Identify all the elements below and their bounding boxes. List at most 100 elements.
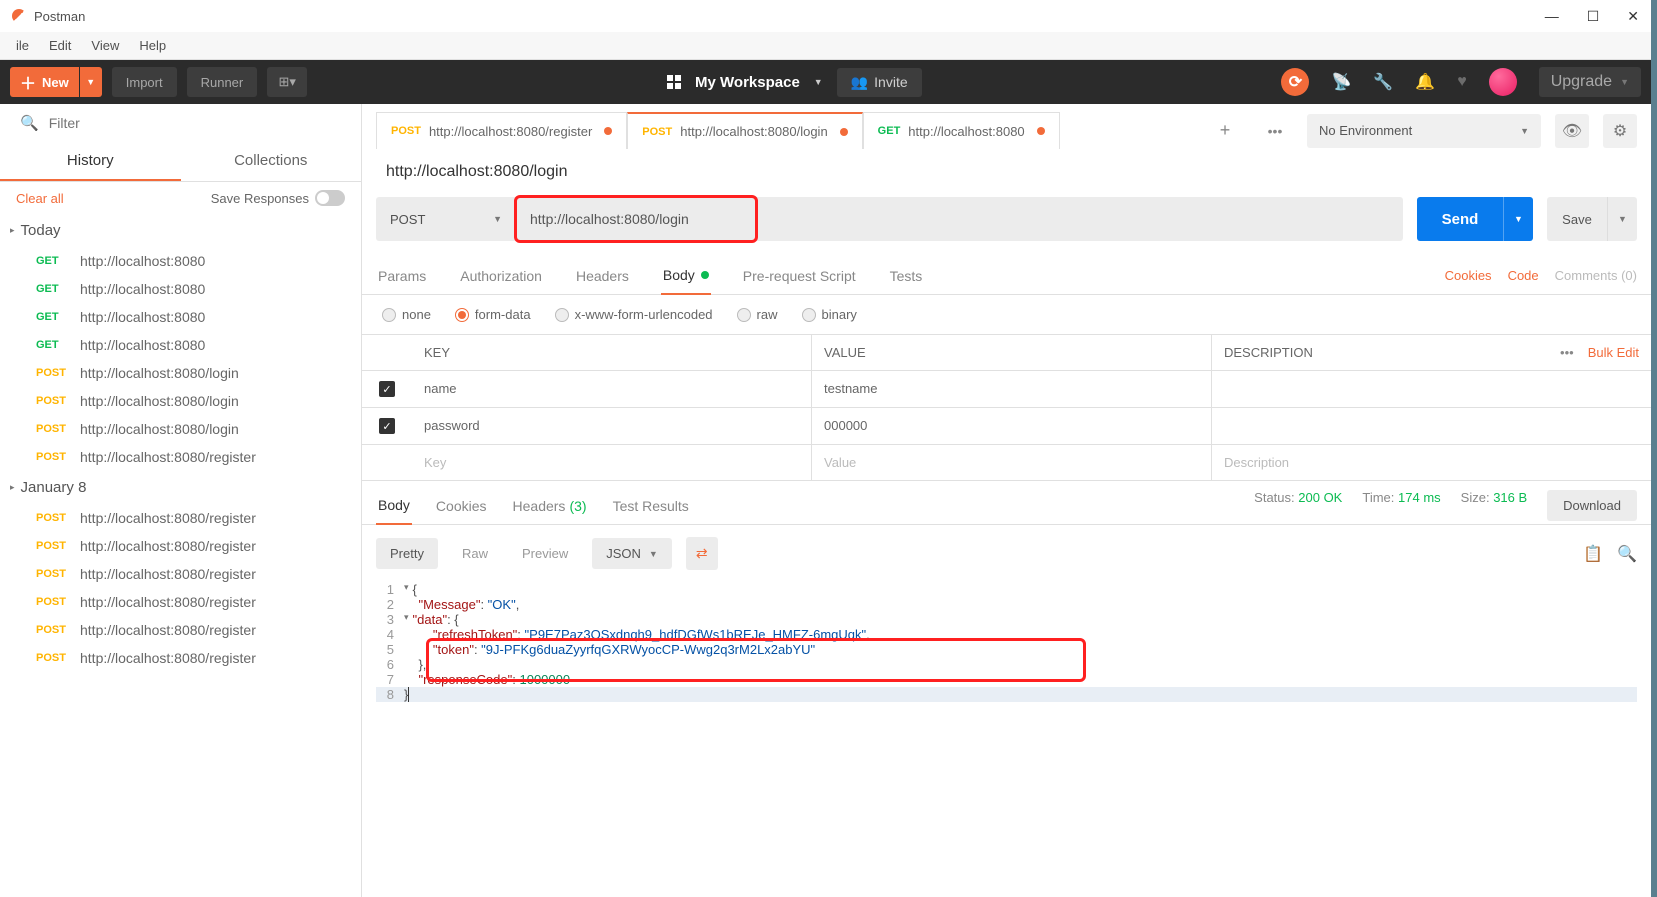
resp-tab-body[interactable]: Body bbox=[376, 487, 412, 525]
new-button[interactable]: ＋New bbox=[10, 67, 79, 97]
desc-placeholder[interactable]: Description bbox=[1212, 445, 1651, 480]
comments-link[interactable]: Comments (0) bbox=[1555, 268, 1637, 283]
environment-select[interactable]: No Environment▼ bbox=[1307, 114, 1541, 148]
send-button[interactable]: Send bbox=[1417, 197, 1503, 241]
avatar[interactable] bbox=[1489, 68, 1517, 96]
history-item[interactable]: POSThttp://localhost:8080/register bbox=[0, 560, 361, 588]
format-select[interactable]: JSON▼ bbox=[592, 538, 672, 569]
history-item[interactable]: GEThttp://localhost:8080 bbox=[0, 247, 361, 275]
add-tab-button[interactable]: + bbox=[1207, 120, 1243, 141]
wrap-lines-icon[interactable]: ⇄ bbox=[686, 537, 718, 570]
mode-pretty[interactable]: Pretty bbox=[376, 538, 438, 569]
key-placeholder[interactable]: Key bbox=[412, 445, 812, 480]
request-tab[interactable]: POSThttp://localhost:8080/login bbox=[627, 112, 862, 149]
invite-icon: 👥 bbox=[851, 74, 868, 91]
history-item[interactable]: GEThttp://localhost:8080 bbox=[0, 303, 361, 331]
satellite-icon[interactable]: 📡 bbox=[1331, 72, 1351, 92]
bodytype-raw[interactable]: raw bbox=[737, 307, 778, 322]
history-item[interactable]: POSThttp://localhost:8080/login bbox=[0, 387, 361, 415]
window-maximize[interactable]: ☐ bbox=[1587, 8, 1600, 25]
resp-tab-headers[interactable]: Headers (3) bbox=[511, 488, 589, 524]
tab-history[interactable]: History bbox=[0, 142, 181, 181]
menu-help[interactable]: Help bbox=[131, 36, 174, 55]
cookies-link[interactable]: Cookies bbox=[1445, 268, 1492, 283]
import-button[interactable]: Import bbox=[112, 67, 177, 97]
history-item[interactable]: POSThttp://localhost:8080/register bbox=[0, 532, 361, 560]
sync-icon[interactable]: ⟳ bbox=[1281, 68, 1309, 96]
row-key[interactable]: name bbox=[412, 371, 812, 407]
resp-refreshtoken: "P9E7Paz3OSxdnqh9_hdfDGfWs1bREJe_HMFZ-6m… bbox=[525, 627, 867, 642]
body-dirty-dot bbox=[701, 271, 709, 279]
wrench-icon[interactable]: 🔧 bbox=[1373, 72, 1393, 92]
row-checkbox[interactable]: ✓ bbox=[379, 381, 395, 397]
history-item[interactable]: GEThttp://localhost:8080 bbox=[0, 331, 361, 359]
settings-icon[interactable]: ⚙ bbox=[1603, 114, 1637, 148]
method-select[interactable]: POST▼ bbox=[376, 197, 516, 241]
history-item[interactable]: GEThttp://localhost:8080 bbox=[0, 275, 361, 303]
copy-icon[interactable]: 📋 bbox=[1583, 544, 1603, 564]
heart-icon[interactable]: ♥ bbox=[1457, 73, 1467, 91]
row-checkbox[interactable]: ✓ bbox=[379, 418, 395, 434]
workspace-dropdown[interactable]: ▼ bbox=[814, 77, 823, 87]
bodytype-urlencoded[interactable]: x-www-form-urlencoded bbox=[555, 307, 713, 322]
download-button[interactable]: Download bbox=[1547, 490, 1637, 521]
search-response-icon[interactable]: 🔍 bbox=[1617, 544, 1637, 564]
window-minimize[interactable]: — bbox=[1545, 8, 1559, 25]
subtab-tests[interactable]: Tests bbox=[888, 258, 925, 294]
save-responses-toggle[interactable] bbox=[315, 190, 345, 206]
tab-options-button[interactable]: ••• bbox=[1257, 123, 1293, 139]
value-placeholder[interactable]: Value bbox=[812, 445, 1212, 480]
row-key[interactable]: password bbox=[412, 408, 812, 444]
window-close[interactable]: ✕ bbox=[1627, 8, 1639, 25]
filter-input[interactable] bbox=[49, 115, 341, 131]
request-tab[interactable]: GEThttp://localhost:8080 bbox=[863, 112, 1060, 149]
bodytype-formdata[interactable]: form-data bbox=[455, 307, 531, 322]
history-item[interactable]: POSThttp://localhost:8080/register bbox=[0, 443, 361, 471]
history-date-header[interactable]: ▸ Today bbox=[0, 214, 361, 247]
history-item[interactable]: POSThttp://localhost:8080/login bbox=[0, 359, 361, 387]
menu-view[interactable]: View bbox=[83, 36, 127, 55]
menu-file[interactable]: ile bbox=[8, 36, 37, 55]
response-body[interactable]: 1▾{ 2 "Message": "OK", 3▾"data": { 4 "re… bbox=[362, 582, 1651, 716]
bodytype-binary[interactable]: binary bbox=[802, 307, 857, 322]
invite-button[interactable]: 👥Invite bbox=[837, 68, 922, 97]
history-item[interactable]: POSThttp://localhost:8080/register bbox=[0, 644, 361, 672]
clear-all-link[interactable]: Clear all bbox=[16, 191, 64, 206]
status-value: 200 OK bbox=[1298, 490, 1342, 505]
subtab-body[interactable]: Body bbox=[661, 257, 711, 295]
workspace-name[interactable]: My Workspace bbox=[695, 74, 800, 91]
save-button[interactable]: Save bbox=[1547, 197, 1607, 241]
mode-raw[interactable]: Raw bbox=[452, 538, 498, 569]
row-value[interactable]: testname bbox=[812, 371, 1212, 407]
row-desc[interactable] bbox=[1212, 408, 1651, 444]
resp-tab-cookies[interactable]: Cookies bbox=[434, 488, 489, 524]
history-item[interactable]: POSThttp://localhost:8080/login bbox=[0, 415, 361, 443]
new-dropdown[interactable]: ▼ bbox=[80, 67, 102, 97]
capture-button[interactable]: ⊞▾ bbox=[267, 67, 307, 97]
menu-edit[interactable]: Edit bbox=[41, 36, 79, 55]
request-tab[interactable]: POSThttp://localhost:8080/register bbox=[376, 112, 627, 149]
history-item[interactable]: POSThttp://localhost:8080/register bbox=[0, 504, 361, 532]
row-desc[interactable] bbox=[1212, 371, 1651, 407]
bodytype-none[interactable]: none bbox=[382, 307, 431, 322]
bell-icon[interactable]: 🔔 bbox=[1415, 72, 1435, 92]
subtab-authorization[interactable]: Authorization bbox=[458, 258, 544, 294]
code-link[interactable]: Code bbox=[1508, 268, 1539, 283]
bulk-edit-link[interactable]: Bulk Edit bbox=[1588, 345, 1639, 360]
tab-collections[interactable]: Collections bbox=[181, 142, 362, 181]
save-dropdown[interactable]: ▼ bbox=[1607, 197, 1637, 241]
history-date-header[interactable]: ▸ January 8 bbox=[0, 471, 361, 504]
environment-preview-icon[interactable]: 👁 bbox=[1555, 114, 1589, 148]
upgrade-button[interactable]: Upgrade▼ bbox=[1539, 67, 1641, 97]
row-value[interactable]: 000000 bbox=[812, 408, 1212, 444]
subtab-prerequest[interactable]: Pre-request Script bbox=[741, 258, 858, 294]
resp-tab-tests[interactable]: Test Results bbox=[611, 488, 691, 524]
runner-button[interactable]: Runner bbox=[187, 67, 258, 97]
subtab-params[interactable]: Params bbox=[376, 258, 428, 294]
mode-preview[interactable]: Preview bbox=[512, 538, 578, 569]
history-item[interactable]: POSThttp://localhost:8080/register bbox=[0, 616, 361, 644]
subtab-headers[interactable]: Headers bbox=[574, 258, 631, 294]
topbar: ＋New ▼ Import Runner ⊞▾ My Workspace ▼ 👥… bbox=[0, 60, 1651, 104]
send-dropdown[interactable]: ▼ bbox=[1503, 197, 1533, 241]
history-item[interactable]: POSThttp://localhost:8080/register bbox=[0, 588, 361, 616]
